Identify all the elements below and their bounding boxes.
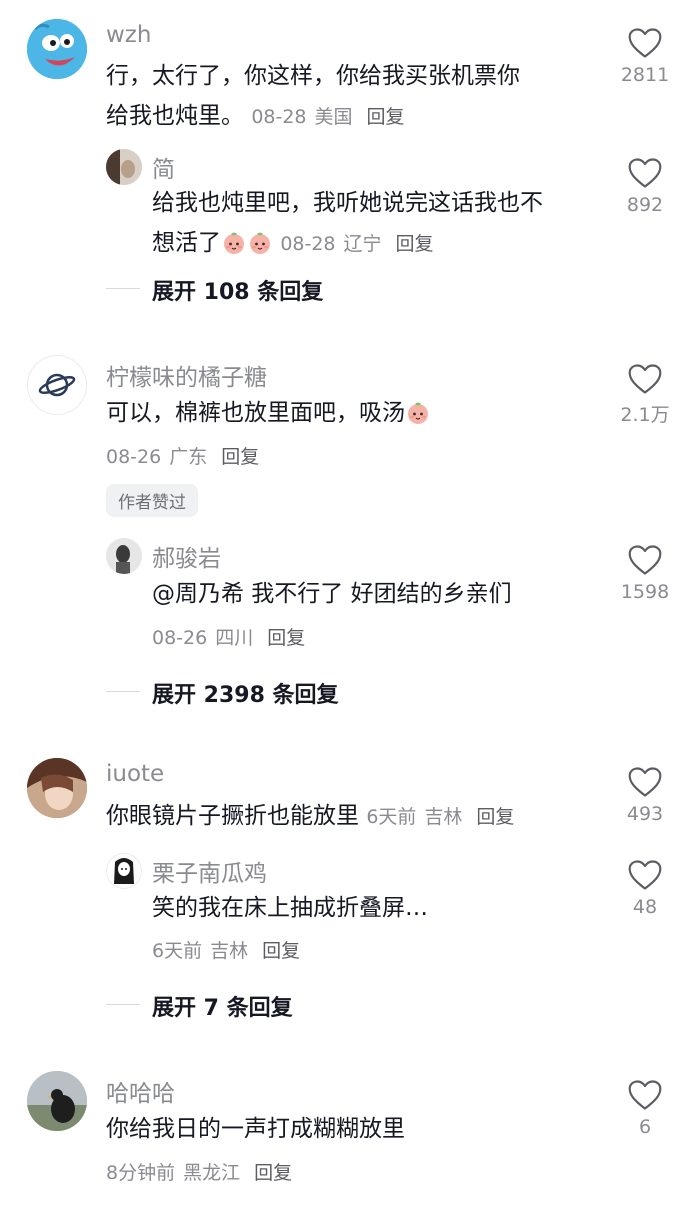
reply-text: 给我也炖里吧，我听她说完这话我也不 想活了 08-28 辽宁 回复	[152, 183, 602, 264]
heart-icon	[627, 26, 663, 60]
reply-button[interactable]: 回复	[221, 446, 259, 468]
heart-icon	[627, 858, 663, 892]
reply-text-line: 给我也炖里吧，我听她说完这话我也不	[152, 190, 543, 216]
comment-text: 可以，棉裤也放里面吧，吸汤	[106, 393, 586, 433]
reply-date: 08-28	[280, 233, 336, 255]
comment-text: 你给我日的一声打成糊糊放里	[106, 1116, 405, 1142]
blue-cartoon-avatar-icon	[27, 19, 87, 79]
like-button[interactable]: 48	[615, 858, 675, 918]
comment-date: 8分钟前	[106, 1162, 176, 1184]
reply-button[interactable]: 回复	[254, 1162, 292, 1184]
comment-text-content: 你眼镜片子撅折也能放里	[106, 803, 359, 829]
planet-icon	[38, 373, 76, 397]
reply-meta: 6天前 吉林 回复	[152, 936, 300, 963]
like-count: 2811	[620, 64, 670, 86]
like-count: 6	[638, 1116, 652, 1138]
reply-text: @周乃希 我不行了 好团结的乡亲们	[152, 581, 512, 607]
comment-date: 08-26	[106, 446, 162, 468]
like-button[interactable]: 2.1万	[615, 362, 675, 427]
expand-divider	[106, 691, 140, 692]
reply-meta: 08-26 四川 回复	[152, 623, 305, 650]
peach-face-icon	[221, 229, 247, 255]
heart-icon	[627, 156, 663, 190]
avatar-iuote[interactable]	[27, 758, 87, 818]
comment-date: 6天前	[366, 806, 417, 828]
comment-meta: 8分钟前 黑龙江 回复	[106, 1158, 292, 1185]
like-count: 2.1万	[620, 404, 670, 426]
avatar-wzh[interactable]	[27, 19, 87, 79]
reply-text: 笑的我在床上抽成折叠屏…	[152, 895, 428, 921]
reply-button[interactable]: 回复	[267, 627, 305, 649]
person-photo-icon	[106, 538, 142, 574]
avatar-jian[interactable]	[106, 149, 142, 185]
like-count: 48	[632, 896, 658, 918]
reply-text-line-2: 想活了	[152, 230, 221, 256]
like-count: 892	[626, 194, 664, 216]
comment-text-line: 给我也炖里。 08-28 美国 回复	[106, 96, 586, 137]
peach-face-icon	[405, 399, 431, 425]
comment-author[interactable]: 哈哈哈	[106, 1074, 175, 1108]
reply-date: 08-26	[152, 627, 208, 649]
reply-author[interactable]: 简	[152, 150, 175, 184]
comment-meta: 08-26 广东 回复	[106, 442, 259, 469]
heart-icon	[627, 1078, 663, 1112]
comment-meta: 6天前 吉林 回复	[366, 806, 514, 828]
reply-date: 6天前	[152, 940, 203, 962]
avatar-hao[interactable]	[106, 538, 142, 574]
reply-button[interactable]: 回复	[476, 806, 514, 828]
comment-text: 行，太行了，你这样，你给我买张机票你 给我也炖里。 08-28 美国 回复	[106, 56, 586, 137]
like-button[interactable]: 493	[615, 765, 675, 825]
reply-button[interactable]: 回复	[262, 940, 300, 962]
expand-divider	[106, 288, 140, 289]
reply-button[interactable]: 回复	[396, 233, 434, 255]
reply-author[interactable]: 郝骏岩	[152, 539, 221, 573]
comment-text-line-2: 给我也炖里。	[106, 103, 244, 129]
peach-face-icon	[247, 229, 273, 255]
expand-divider	[106, 1004, 140, 1005]
heart-icon	[627, 543, 663, 577]
author-liked-badge: 作者赞过	[106, 484, 198, 517]
reply-location: 辽宁	[343, 233, 382, 255]
reply-location: 吉林	[210, 940, 249, 962]
comment-meta: 08-28 美国 回复	[251, 106, 404, 128]
like-button[interactable]: 1598	[615, 543, 675, 603]
expand-replies-button[interactable]: 展开 7 条回复	[152, 990, 293, 1022]
like-count: 493	[626, 803, 664, 825]
expand-replies-button[interactable]: 展开 108 条回复	[152, 274, 323, 306]
reply-text-line: 想活了 08-28 辽宁 回复	[152, 223, 602, 264]
comment-location: 美国	[314, 106, 353, 128]
person-photo-icon	[106, 149, 142, 185]
bird-photo-icon	[27, 1071, 87, 1131]
heart-icon	[627, 362, 663, 396]
comment-text-line: 行，太行了，你这样，你给我买张机票你	[106, 63, 520, 89]
comment-author[interactable]: 柠檬味的橘子糖	[106, 358, 267, 392]
comment-location: 吉林	[424, 806, 463, 828]
comment-location: 广东	[169, 446, 208, 468]
like-button[interactable]: 2811	[615, 26, 675, 86]
avatar-lemon[interactable]	[27, 355, 87, 415]
comment-text-content: 可以，棉裤也放里面吧，吸汤	[106, 400, 405, 426]
cartoon-girl-icon	[114, 858, 134, 884]
expand-replies-button[interactable]: 展开 2398 条回复	[152, 677, 339, 709]
comment-location: 黑龙江	[183, 1162, 241, 1184]
reply-button[interactable]: 回复	[367, 106, 405, 128]
like-count: 1598	[620, 581, 670, 603]
like-button[interactable]: 6	[615, 1078, 675, 1138]
comment-text: 你眼镜片子撅折也能放里 6天前 吉林 回复	[106, 796, 586, 837]
avatar-hahaha[interactable]	[27, 1071, 87, 1131]
like-button[interactable]: 892	[615, 156, 675, 216]
comment-date: 08-28	[251, 106, 307, 128]
comment-author[interactable]: wzh	[106, 22, 151, 48]
heart-icon	[627, 765, 663, 799]
comment-author[interactable]: iuote	[106, 761, 164, 787]
reply-meta: 08-28 辽宁 回复	[280, 233, 433, 255]
reply-location: 四川	[215, 627, 254, 649]
reply-author[interactable]: 栗子南瓜鸡	[152, 854, 267, 888]
avatar-lizi[interactable]	[106, 853, 142, 889]
girl-photo-icon	[27, 758, 87, 818]
